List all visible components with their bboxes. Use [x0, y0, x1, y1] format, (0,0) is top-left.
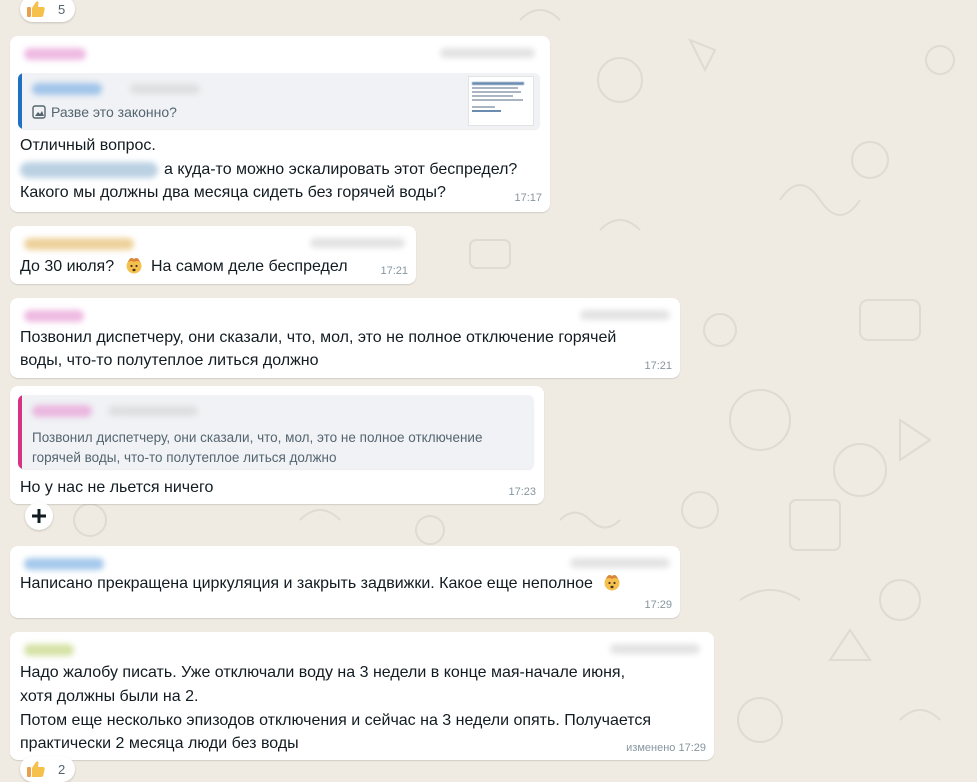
- sender-name-blurred: [24, 558, 104, 570]
- message-timestamp: 17:21: [380, 265, 408, 277]
- message-text-line: Потом еще несколько эпизодов отключения …: [20, 712, 652, 729]
- sender-phone-blurred: [610, 644, 700, 654]
- message-timestamp: 17:23: [508, 486, 536, 498]
- sender-phone-blurred: [580, 310, 670, 320]
- add-reaction-button[interactable]: [25, 502, 53, 530]
- sender-name-blurred: [24, 310, 84, 322]
- quoted-sender-blurred: [32, 405, 92, 417]
- message-timestamp: 17:21: [644, 360, 672, 372]
- quoted-time-blurred: [108, 406, 198, 416]
- quoted-image-thumbnail: [468, 76, 534, 126]
- message-bubble[interactable]: До 30 июля? На самом деле беспредел 17:2…: [10, 226, 416, 284]
- message-text: Написано прекращена циркуляция и закрыть…: [20, 573, 621, 595]
- message-text-line: Позвонил диспетчеру, они сказали, что, м…: [20, 329, 617, 346]
- message-text-line: хотя должны были на 2.: [20, 688, 199, 705]
- exploding-head-emoji-icon: [126, 258, 142, 274]
- sender-phone-blurred: [310, 238, 405, 248]
- sender-name-blurred: [24, 644, 74, 656]
- mention-blurred[interactable]: [20, 161, 158, 178]
- thumbs-up-icon: [27, 1, 45, 18]
- message-text-line: а куда-то можно эскалировать этот беспре…: [20, 159, 517, 181]
- message-bubble[interactable]: Написано прекращена циркуляция и закрыть…: [10, 546, 680, 618]
- image-icon: [32, 105, 46, 119]
- message-timestamp: 17:17: [514, 192, 542, 204]
- sender-phone-blurred: [570, 558, 670, 568]
- plus-icon: [32, 509, 46, 523]
- quoted-message[interactable]: Разве это законно?: [18, 73, 540, 129]
- message-text-line: Отличный вопрос.: [20, 137, 156, 154]
- message-bubble[interactable]: Разве это законно? Отличный вопрос. а ку…: [10, 36, 550, 212]
- sender-phone-blurred: [440, 48, 535, 58]
- message-text-line: Какого мы должны два месяца сидеть без г…: [20, 184, 446, 201]
- exploding-head-emoji-icon: [604, 575, 620, 591]
- quoted-text-line: Позвонил диспетчеру, они сказали, что, м…: [32, 430, 483, 445]
- message-text-line: Надо жалобу писать. Уже отключали воду н…: [20, 664, 626, 681]
- quoted-text-line: горячей воды, что-то полутеплое литься д…: [32, 450, 337, 465]
- quoted-text: Разве это законно?: [51, 104, 177, 120]
- message-timestamp: 17:29: [644, 599, 672, 611]
- message-timestamp: изменено 17:29: [626, 742, 706, 754]
- message-text-line: воды, что-то полутеплое литься должно: [20, 352, 319, 369]
- message-text: Но у нас не льется ничего: [20, 479, 214, 496]
- message-bubble[interactable]: Позвонил диспетчеру, они сказали, что, м…: [10, 298, 680, 378]
- reaction-count: 2: [58, 761, 66, 777]
- message-text: До 30 июля? На самом деле беспредел: [20, 258, 348, 275]
- message-bubble[interactable]: Надо жалобу писать. Уже отключали воду н…: [10, 632, 714, 760]
- sender-name-blurred: [24, 48, 86, 60]
- quoted-sender-blurred: [32, 83, 102, 95]
- thumbs-up-icon: [27, 761, 45, 777]
- quote-accent-bar: [18, 73, 22, 129]
- sender-name-blurred: [24, 238, 134, 250]
- reaction-badge-bottom[interactable]: 2: [20, 756, 76, 782]
- reaction-count: 5: [58, 1, 66, 17]
- quote-accent-bar: [18, 395, 22, 469]
- message-bubble[interactable]: Позвонил диспетчеру, они сказали, что, м…: [10, 386, 544, 504]
- message-text-line: практически 2 месяца люди без воды: [20, 735, 299, 752]
- reaction-badge-top[interactable]: 5: [20, 0, 76, 22]
- quoted-message[interactable]: Позвонил диспетчеру, они сказали, что, м…: [18, 395, 534, 469]
- quoted-time-blurred: [130, 84, 200, 94]
